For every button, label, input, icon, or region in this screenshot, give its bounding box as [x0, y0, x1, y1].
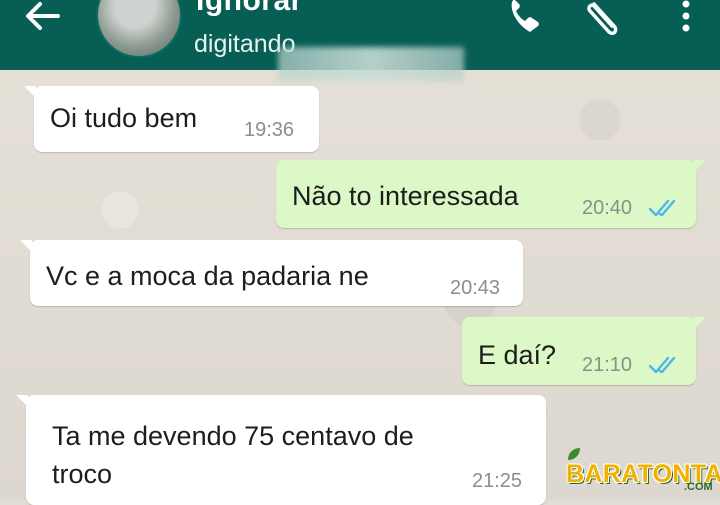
watermark-suffix: .COM	[684, 481, 713, 493]
watermark-logo: BARATONTA .COM	[560, 446, 720, 494]
incoming-message[interactable]: Ta me devendo 75 centavo de troco 21:25	[16, 395, 546, 505]
bubble-tail	[694, 317, 706, 329]
incoming-message[interactable]: Vc e a moca da padaria ne 20:43	[20, 240, 523, 306]
back-arrow-icon[interactable]	[20, 0, 64, 36]
bubble-tail	[20, 240, 32, 252]
bubble-tail	[694, 160, 706, 172]
bubble-tail	[24, 86, 36, 98]
message-time: 20:43	[450, 277, 501, 299]
outgoing-message[interactable]: E daí? 21:10	[462, 317, 706, 385]
more-vertical-icon[interactable]	[674, 0, 698, 36]
message-time: 20:40	[582, 197, 633, 219]
message-text: Ta me devendo 75 centavo de troco	[52, 421, 414, 489]
double-check-icon	[648, 199, 676, 217]
message-time: 21:25	[472, 470, 523, 492]
paperclip-icon[interactable]	[584, 0, 626, 38]
bubble-tail	[16, 395, 28, 407]
message-text: Não to interessada	[292, 181, 519, 211]
double-check-icon	[648, 356, 676, 374]
message-time: 21:10	[582, 354, 633, 376]
outgoing-message[interactable]: Não to interessada 20:40	[276, 160, 706, 228]
message-time: 19:36	[244, 119, 295, 141]
blurred-region	[278, 47, 464, 81]
message-text: Vc e a moca da padaria ne	[46, 261, 369, 291]
contact-name[interactable]: Ignorar	[196, 0, 303, 18]
contact-avatar[interactable]	[96, 0, 182, 58]
message-text: E daí?	[478, 340, 557, 370]
phone-icon[interactable]	[506, 0, 548, 36]
incoming-message[interactable]: Oi tudo bem 19:36	[24, 86, 319, 152]
message-text: Oi tudo bem	[50, 103, 198, 133]
chat-header: Ignorar digitando	[0, 0, 720, 81]
